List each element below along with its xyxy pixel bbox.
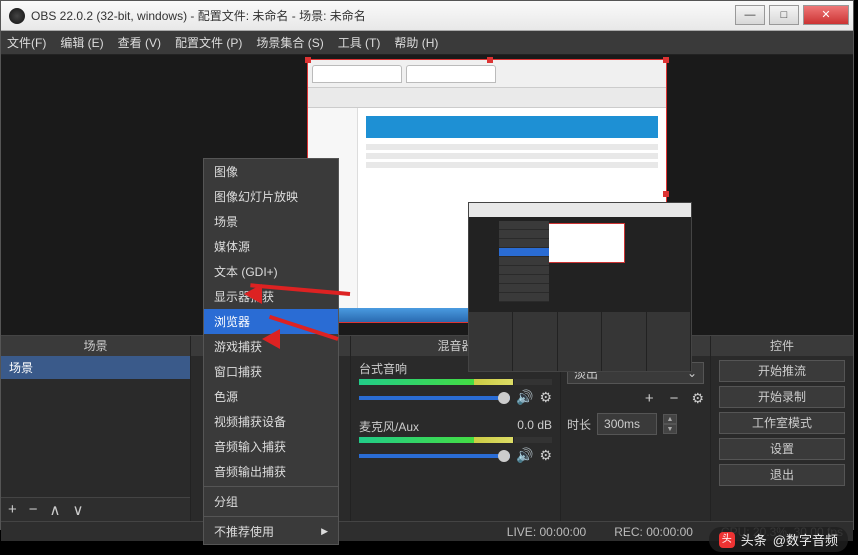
mixer-desktop-label: 台式音响 [359,360,407,377]
menu-item-browser[interactable]: 浏览器 [204,309,338,334]
speaker-icon[interactable]: 🔊 [516,447,533,464]
minimize-button[interactable]: — [735,5,765,25]
status-rec: REC: 00:00:00 [614,525,693,539]
resize-handle[interactable] [487,57,493,63]
menu-item-audio-output[interactable]: 音频输出捕获 [204,459,338,484]
menu-item-scene[interactable]: 场景 [204,209,338,234]
menu-scene-collection[interactable]: 场景集合 (S) [256,34,323,51]
remove-scene-button[interactable]: − [26,501,41,518]
duration-label: 时长 [567,416,591,433]
start-streaming-button[interactable]: 开始推流 [719,360,845,382]
mixer-mic-label: 麦克风/Aux [359,418,419,435]
menu-item-video-capture[interactable]: 视频捕获设备 [204,409,338,434]
menu-help[interactable]: 帮助 (H) [394,34,438,51]
gear-icon[interactable]: ⚙ [691,390,704,407]
submenu-arrow-icon: ▶ [321,526,328,537]
status-live: LIVE: 00:00:00 [507,525,586,539]
menu-item-game-capture[interactable]: 游戏捕获 [204,334,338,359]
mixer-mic-db: 0.0 dB [517,418,552,435]
watermark-icon: 头 [719,532,735,548]
preview-source[interactable] [307,59,667,323]
menu-item-media[interactable]: 媒体源 [204,234,338,259]
menu-item-audio-input[interactable]: 音频输入捕获 [204,434,338,459]
menu-item-group[interactable]: 分组 [204,489,338,514]
mixer-desktop-slider[interactable] [359,396,510,400]
move-scene-down-button[interactable]: ∨ [70,501,87,519]
menu-tools[interactable]: 工具 (T) [338,34,381,51]
scenes-panel: 场景 场景 + − ∧ ∨ [1,336,191,521]
mixer-desktop-meter [359,379,552,385]
app-icon [9,8,25,24]
move-scene-up-button[interactable]: ∧ [47,501,64,519]
gear-icon[interactable]: ⚙ [539,389,552,406]
menu-edit[interactable]: 编辑 (E) [60,34,103,51]
preview-area[interactable] [1,55,853,335]
speaker-icon[interactable]: 🔊 [516,389,533,406]
captured-browser-content [308,60,666,322]
menu-view[interactable]: 查看 (V) [118,34,161,51]
duration-input[interactable]: 300ms [597,413,657,435]
studio-mode-button[interactable]: 工作室模式 [719,412,845,434]
mixer-mic-meter [359,437,552,443]
add-source-context-menu: 图像 图像幻灯片放映 场景 媒体源 文本 (GDI+) 显示器捕获 浏览器 游戏… [203,158,339,545]
settings-button[interactable]: 设置 [719,438,845,460]
controls-panel: 控件 开始推流 开始录制 工作室模式 设置 退出 [711,336,853,521]
window-title: OBS 22.0.2 (32-bit, windows) - 配置文件: 未命名… [31,7,731,24]
scene-list-item[interactable]: 场景 [1,356,190,379]
controls-header: 控件 [711,336,853,356]
duration-spinner[interactable]: ▲▼ [663,414,677,434]
start-recording-button[interactable]: 开始录制 [719,386,845,408]
menu-item-display-capture[interactable]: 显示器捕获 [204,284,338,309]
watermark: 头 头条 @数字音频 [709,527,848,552]
add-transition-button[interactable]: + [642,390,657,407]
remove-transition-button[interactable]: − [667,390,682,407]
mixer-channel-mic: 麦克风/Aux 0.0 dB 🔊 ⚙ [351,414,560,472]
watermark-prefix: 头条 [741,530,767,549]
close-button[interactable]: ✕ [803,5,849,25]
gear-icon[interactable]: ⚙ [539,447,552,464]
titlebar: OBS 22.0.2 (32-bit, windows) - 配置文件: 未命名… [1,1,853,31]
menu-item-window-capture[interactable]: 窗口捕获 [204,359,338,384]
maximize-button[interactable]: □ [769,5,799,25]
scenes-header: 场景 [1,336,190,356]
menu-item-color[interactable]: 色源 [204,384,338,409]
menu-item-deprecated[interactable]: 不推荐使用▶ [204,519,338,544]
menu-item-text[interactable]: 文本 (GDI+) [204,259,338,284]
menubar: 文件(F) 编辑 (E) 查看 (V) 配置文件 (P) 场景集合 (S) 工具… [1,31,853,55]
menu-file[interactable]: 文件(F) [7,34,46,51]
nested-obs-window [468,202,692,372]
add-scene-button[interactable]: + [5,501,20,518]
exit-button[interactable]: 退出 [719,464,845,486]
watermark-handle: @数字音频 [773,530,838,549]
menu-item-image[interactable]: 图像 [204,159,338,184]
resize-handle[interactable] [663,57,669,63]
menu-profile[interactable]: 配置文件 (P) [175,34,242,51]
menu-item-slideshow[interactable]: 图像幻灯片放映 [204,184,338,209]
mixer-mic-slider[interactable] [359,454,510,458]
resize-handle[interactable] [305,57,311,63]
